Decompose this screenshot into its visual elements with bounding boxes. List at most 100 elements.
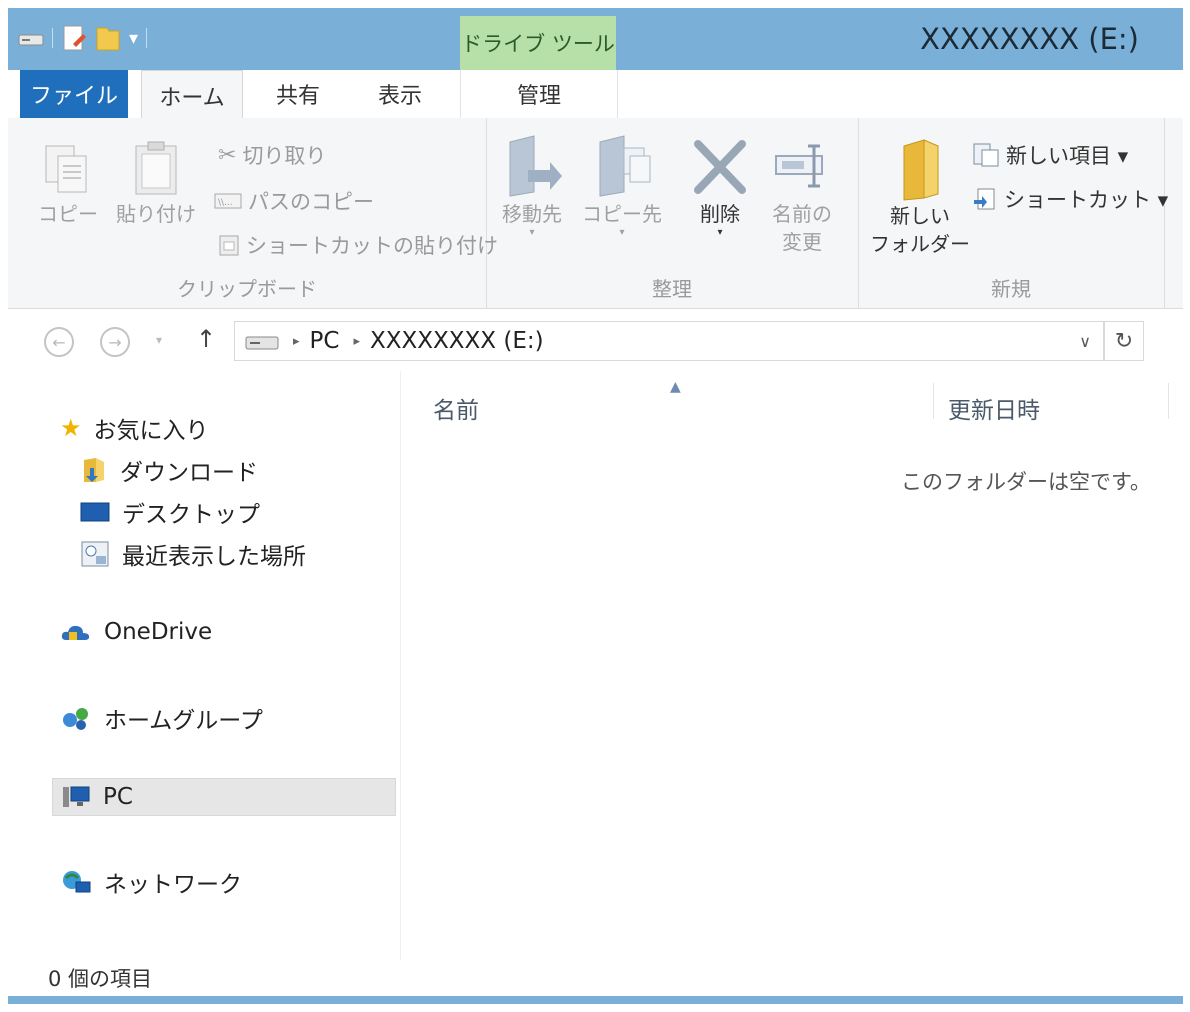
svg-text:\\...: \\... (218, 198, 233, 208)
nav-desktop[interactable]: デスクトップ (80, 495, 260, 529)
address-dropdown-icon[interactable]: ∨ (1079, 332, 1091, 351)
nav-network[interactable]: ネットワーク (60, 865, 242, 899)
customize-qat-icon[interactable]: ▾ (129, 28, 138, 49)
breadcrumb-drive[interactable]: XXXXXXXX (E:) (370, 328, 544, 354)
dropdown-arrow-icon: ▾ (619, 227, 625, 238)
folder-icon (903, 139, 939, 201)
new-item-icon (973, 143, 999, 167)
column-divider[interactable] (933, 383, 934, 419)
ribbon: コピー 貼り付け ✂ 切り取り \\... パスのコピー ショートカットの貼り付… (8, 118, 1183, 309)
sort-ascending-icon: ▲ (670, 379, 681, 395)
back-button[interactable]: ← (44, 327, 74, 357)
empty-folder-message: このフォルダーは空です。 (901, 470, 1151, 494)
forward-arrow-icon: → (108, 332, 122, 352)
forward-button[interactable]: → (100, 327, 130, 357)
breadcrumb-separator-icon[interactable]: ▸ (293, 334, 300, 349)
copy-to-button[interactable]: コピー先 ▾ (582, 134, 662, 238)
nav-pc-label: PC (103, 784, 133, 810)
copy-path-icon: \\... (214, 193, 242, 209)
column-header-name[interactable]: 名前 (433, 391, 479, 425)
quick-access-toolbar: ▾ (18, 24, 148, 52)
copy-label: コピー (38, 202, 98, 226)
nav-recent-places[interactable]: 最近表示した場所 (80, 537, 306, 571)
tab-manage[interactable]: 管理 (460, 70, 618, 118)
navigation-bar: ← → ▾ ↑ ▸ PC ▸ XXXXXXXX (E:) ∨ ↻ (8, 309, 1183, 371)
new-group-label: 新規 (991, 277, 1031, 301)
new-folder-label: 新しい フォルダー (870, 204, 970, 256)
star-icon: ★ (60, 414, 82, 442)
up-arrow-icon[interactable]: ↑ (196, 325, 216, 353)
delete-button[interactable]: 削除 ▾ (688, 134, 752, 238)
new-item-label: 新しい項目 ▾ (1006, 144, 1129, 168)
nav-downloads-label: ダウンロード (120, 460, 258, 486)
status-bar: 0 個の項目 (8, 960, 1183, 996)
nav-onedrive[interactable]: OneDrive (60, 619, 212, 645)
downloads-folder-icon (84, 458, 104, 482)
pc-icon (63, 786, 90, 807)
paste-shortcut-icon (219, 235, 239, 256)
explorer-content: ★ お気に入り ダウンロード デスクトップ 最近表示した場所 OneDrive (8, 371, 1183, 960)
dropdown-arrow-icon: ▾ (717, 227, 723, 238)
copy-to-label: コピー先 (582, 202, 662, 226)
move-to-icon (509, 135, 562, 197)
rename-icon (775, 144, 823, 188)
clipboard-icon (135, 141, 177, 195)
dropdown-arrow-icon: ▾ (529, 227, 535, 238)
column-header-modified[interactable]: 更新日時 (948, 391, 1040, 425)
nav-homegroup[interactable]: ホームグループ (60, 701, 263, 735)
rename-button[interactable]: 名前の 変更 (770, 134, 834, 256)
paste-shortcut-label: ショートカットの貼り付け (246, 234, 498, 258)
cut-button[interactable]: ✂ 切り取り (218, 140, 326, 170)
clipboard-group-label: クリップボード (177, 277, 317, 301)
organize-group-label: 整理 (652, 277, 692, 301)
network-icon (63, 871, 91, 893)
title-bar: ▾ ドライブ ツール XXXXXXXX (E:) (8, 8, 1183, 70)
window-bottom-edge (8, 996, 1183, 1004)
clipboard-group: コピー 貼り付け ✂ 切り取り \\... パスのコピー ショートカットの貼り付… (8, 118, 498, 308)
new-folder-icon[interactable] (95, 24, 121, 52)
new-item-button[interactable]: 新しい項目 ▾ (972, 140, 1128, 170)
drive-icon[interactable] (18, 29, 44, 47)
drive-icon (245, 336, 279, 350)
move-to-label: 移動先 (502, 202, 562, 226)
navigation-pane: ★ お気に入り ダウンロード デスクトップ 最近表示した場所 OneDrive (8, 371, 401, 960)
toolbar-separator (52, 28, 53, 48)
organize-group: 移動先 ▾ コピー先 ▾ 削除 ▾ 名前の 変更 整理 (486, 118, 859, 308)
paste-button[interactable]: 貼り付け (116, 140, 196, 228)
nav-downloads[interactable]: ダウンロード (80, 453, 258, 487)
refresh-button[interactable]: ↻ (1104, 321, 1144, 361)
move-to-button[interactable]: 移動先 ▾ (500, 134, 564, 238)
paste-label: 貼り付け (116, 202, 196, 226)
delete-x-icon (694, 140, 746, 194)
shortcut-label: ショートカット ▾ (1004, 188, 1169, 212)
address-bar[interactable]: ▸ PC ▸ XXXXXXXX (E:) ∨ (234, 321, 1104, 361)
properties-icon[interactable] (61, 24, 87, 52)
new-folder-button[interactable]: 新しい フォルダー (870, 138, 970, 258)
recent-places-icon (81, 541, 109, 567)
onedrive-cloud-icon (61, 625, 90, 640)
nav-desktop-label: デスクトップ (122, 502, 260, 528)
rename-label: 名前の 変更 (772, 202, 832, 254)
copy-button[interactable]: コピー (38, 140, 98, 228)
tab-file[interactable]: ファイル (20, 70, 128, 118)
nav-recent-label: 最近表示した場所 (122, 544, 306, 570)
tab-view[interactable]: 表示 (358, 70, 442, 118)
nav-homegroup-label: ホームグループ (104, 708, 263, 734)
breadcrumb-separator-icon[interactable]: ▸ (353, 334, 360, 349)
explorer-window: ▾ ドライブ ツール XXXXXXXX (E:) ファイル ホーム 共有 表示 … (8, 8, 1183, 1004)
tab-share[interactable]: 共有 (256, 70, 340, 118)
nav-network-label: ネットワーク (104, 872, 242, 898)
nav-pc[interactable]: PC (52, 778, 396, 816)
recent-locations-icon[interactable]: ▾ (156, 333, 162, 347)
paste-shortcut-button[interactable]: ショートカットの貼り付け (218, 230, 498, 260)
homegroup-icon (63, 708, 88, 730)
new-group: 新しい フォルダー 新しい項目 ▾ ショートカット ▾ 新規 (858, 118, 1168, 308)
breadcrumb-pc[interactable]: PC (310, 328, 340, 354)
column-divider[interactable] (1168, 383, 1169, 419)
copy-path-label: パスのコピー (248, 190, 374, 214)
tab-home[interactable]: ホーム (141, 70, 243, 120)
ribbon-tabs: ファイル ホーム 共有 表示 管理 (8, 70, 1183, 120)
copy-path-button[interactable]: \\... パスのコピー (214, 186, 374, 216)
easy-access-shortcut-button[interactable]: ショートカット ▾ (972, 184, 1168, 214)
nav-favorites[interactable]: ★ お気に入り (60, 411, 209, 445)
